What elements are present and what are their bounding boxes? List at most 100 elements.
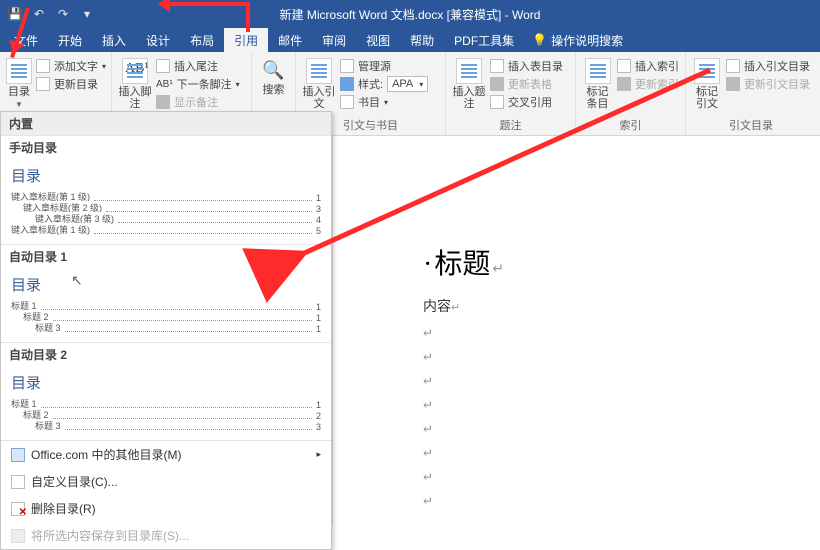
update-toa-label: 更新引文目录 — [744, 76, 810, 92]
remove-toc-icon: ✕ — [11, 502, 25, 516]
preview-page: 1 — [314, 193, 321, 203]
cursor-icon: ↖ — [71, 272, 83, 289]
tab-layout[interactable]: 布局 — [180, 28, 224, 52]
gallery-header-builtin: 内置 — [1, 112, 331, 135]
tab-references[interactable]: 引用 — [224, 28, 268, 52]
cross-ref-icon — [490, 95, 504, 109]
preview-line: 标题 3 — [11, 321, 63, 334]
tab-help[interactable]: 帮助 — [400, 28, 444, 52]
cross-reference-button[interactable]: 交叉引用 — [490, 94, 563, 110]
preview-heading: 目录 — [11, 274, 321, 295]
search-label: 搜索 — [263, 84, 285, 96]
search-icon: 🔍 — [262, 58, 286, 82]
tab-design[interactable]: 设计 — [136, 28, 180, 52]
preview-page: 3 — [314, 422, 321, 432]
gallery-item-auto2[interactable]: 目录 标题 11 标题 22 标题 33 — [1, 366, 331, 440]
preview-page: 4 — [314, 215, 321, 225]
office-more-toc-button[interactable]: Office.com 中的其他目录(M)▸ — [1, 441, 331, 468]
gallery-item-auto2-header: 自动目录 2 — [1, 342, 331, 366]
remove-toc-button[interactable]: ✕删除目录(R) — [1, 495, 331, 522]
tab-view[interactable]: 视图 — [356, 28, 400, 52]
table-figures-icon — [490, 59, 504, 73]
tab-review[interactable]: 审阅 — [312, 28, 356, 52]
preview-line: 键入章标题(第 1 级) — [11, 223, 92, 236]
paragraph-mark: ↵ — [423, 446, 770, 460]
manage-sources-button[interactable]: 管理源 — [340, 58, 428, 74]
gallery-item-auto1[interactable]: ↖ 目录 标题 11 标题 21 标题 31 — [1, 268, 331, 342]
lightbulb-icon: 💡 — [532, 33, 547, 47]
tell-me-search[interactable]: 💡 操作说明搜索 — [532, 28, 623, 52]
update-table-icon — [490, 77, 504, 91]
window-title: 新建 Microsoft Word 文档.docx [兼容模式] - Word — [280, 6, 541, 23]
add-text-label: 添加文字 — [54, 58, 98, 74]
document-area[interactable]: 标题 内容↵ ↵ ↵ ↵ ↵ ↵ ↵ ↵ ↵ — [332, 136, 820, 525]
update-index-button[interactable]: 更新索引 — [617, 76, 679, 92]
tab-home[interactable]: 开始 — [48, 28, 92, 52]
save-gallery-icon — [11, 529, 25, 543]
paragraph-mark: ↵ — [423, 374, 770, 388]
update-table-button[interactable]: 更新表格 — [490, 76, 563, 92]
insert-endnote-label: 插入尾注 — [174, 58, 218, 74]
add-text-button[interactable]: 添加文字▾ — [36, 58, 106, 74]
show-notes-label: 显示备注 — [174, 94, 218, 110]
office-icon — [11, 448, 25, 462]
custom-toc-button[interactable]: 自定义目录(C)... — [1, 468, 331, 495]
redo-icon[interactable]: ↷ — [54, 5, 72, 23]
endnote-icon — [156, 59, 170, 73]
gallery-footer: Office.com 中的其他目录(M)▸ 自定义目录(C)... ✕删除目录(… — [1, 440, 331, 549]
next-footnote-button[interactable]: AB¹下一条脚注▾ — [156, 76, 240, 92]
quick-access-toolbar: 💾 ↶ ↷ ▾ — [0, 5, 102, 23]
tab-file[interactable]: 文件 — [4, 28, 48, 52]
insert-table-figures-label: 插入表目录 — [508, 58, 563, 74]
group-label-index: 索引 — [576, 117, 685, 133]
insert-endnote-button[interactable]: 插入尾注 — [156, 58, 240, 74]
paragraph-mark: ↵ — [423, 422, 770, 436]
preview-page: 1 — [314, 302, 321, 312]
qat-dropdown-icon[interactable]: ▾ — [78, 5, 96, 23]
update-toc-icon — [36, 77, 50, 91]
paragraph-mark: ↵ — [423, 398, 770, 412]
style-icon — [340, 77, 354, 91]
style-select[interactable]: 样式:APA▾ — [340, 76, 428, 92]
office-more-label: Office.com 中的其他目录(M) — [31, 446, 181, 463]
show-notes-button[interactable]: 显示备注 — [156, 94, 240, 110]
insert-table-figures-button[interactable]: 插入表目录 — [490, 58, 563, 74]
next-footnote-label: 下一条脚注 — [177, 76, 232, 92]
custom-toc-label: 自定义目录(C)... — [31, 473, 118, 490]
toc-button-label: 目录 — [8, 86, 30, 98]
gallery-item-manual[interactable]: 目录 键入章标题(第 1 级)1 键入章标题(第 2 级)3 键入章标题(第 3… — [1, 159, 331, 244]
preview-heading: 目录 — [11, 372, 321, 393]
tab-insert[interactable]: 插入 — [92, 28, 136, 52]
update-toa-button[interactable]: 更新引文目录 — [726, 76, 810, 92]
update-toc-label: 更新目录 — [54, 76, 98, 92]
group-toa: 标记引文 插入引文目录 更新引文目录 引文目录 — [686, 52, 816, 135]
update-table-label: 更新表格 — [508, 76, 552, 92]
group-label-captions: 题注 — [446, 117, 575, 133]
add-text-icon — [36, 59, 50, 73]
tab-pdf[interactable]: PDF工具集 — [444, 28, 524, 52]
save-icon[interactable]: 💾 — [6, 5, 24, 23]
doc-body: 内容↵ — [423, 296, 770, 316]
bibliography-button[interactable]: 书目▾ — [340, 94, 428, 110]
preview-line: 标题 3 — [11, 419, 63, 432]
page: 标题 内容↵ ↵ ↵ ↵ ↵ ↵ ↵ ↵ ↵ — [353, 142, 800, 508]
insert-index-button[interactable]: 插入索引 — [617, 58, 679, 74]
group-label-toa: 引文目录 — [686, 117, 816, 133]
preview-page: 1 — [314, 313, 321, 323]
mark-entry-icon — [585, 58, 611, 84]
cross-reference-label: 交叉引用 — [508, 94, 552, 110]
paragraph-mark: ↵ — [423, 470, 770, 484]
show-notes-icon — [156, 95, 170, 109]
title-bar: 💾 ↶ ↷ ▾ 新建 Microsoft Word 文档.docx [兼容模式]… — [0, 0, 820, 28]
preview-heading: 目录 — [11, 165, 321, 186]
insert-toa-button[interactable]: 插入引文目录 — [726, 58, 810, 74]
tab-mailings[interactable]: 邮件 — [268, 28, 312, 52]
paragraph-mark: ↵ — [423, 350, 770, 364]
preview-page: 1 — [314, 400, 321, 410]
paragraph-mark: ↵ — [423, 326, 770, 340]
undo-icon[interactable]: ↶ — [30, 5, 48, 23]
insert-citation-label: 插入引文 — [302, 86, 336, 110]
chevron-down-icon: ▼ — [15, 100, 23, 109]
update-toc-button[interactable]: 更新目录 — [36, 76, 106, 92]
insert-toa-label: 插入引文目录 — [744, 58, 810, 74]
